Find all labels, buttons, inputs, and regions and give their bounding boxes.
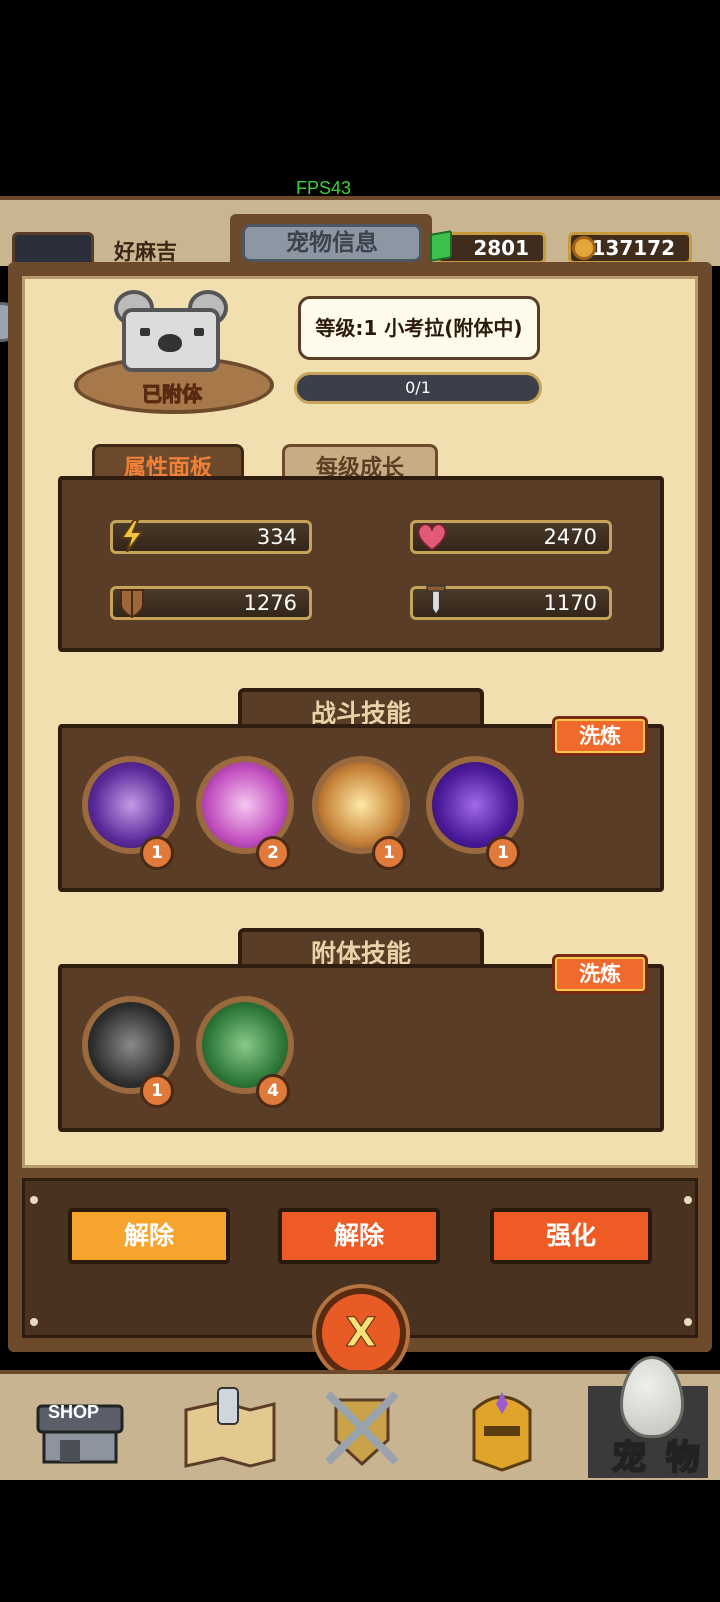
coin-icon bbox=[572, 236, 596, 260]
skill-level-badge: 1 bbox=[372, 836, 406, 870]
combat-refine-button[interactable]: 洗炼 bbox=[552, 716, 648, 756]
gem-counter: 2801 bbox=[436, 232, 546, 264]
enhance-button[interactable]: 强化 bbox=[490, 1208, 652, 1264]
possession-refine-button[interactable]: 洗炼 bbox=[552, 954, 648, 994]
release-button-primary[interactable]: 解除 bbox=[68, 1208, 230, 1264]
nav-map[interactable] bbox=[170, 1380, 290, 1476]
pet-level-name: 等级:1 小考拉(附体中) bbox=[298, 296, 540, 360]
gem-icon bbox=[430, 230, 452, 262]
golden-helmet-icon bbox=[472, 1392, 532, 1472]
nav-battle[interactable] bbox=[302, 1380, 422, 1476]
shield-icon bbox=[120, 589, 144, 618]
koala-eye bbox=[140, 328, 150, 336]
close-button[interactable]: X bbox=[316, 1288, 406, 1378]
skill-level-badge: 1 bbox=[486, 836, 520, 870]
attached-status: 已附体 bbox=[142, 382, 203, 407]
crossed-swords-icon bbox=[325, 1391, 399, 1467]
nav-pet-label[interactable]: 宠 物 bbox=[611, 1430, 704, 1479]
window-title: 宠物信息 bbox=[242, 224, 422, 262]
treasure-map-icon bbox=[184, 1387, 276, 1468]
rivet bbox=[30, 1318, 38, 1326]
shop-sign: SHOP bbox=[48, 1402, 100, 1422]
lightning-icon bbox=[120, 520, 144, 552]
nav-hero[interactable] bbox=[442, 1380, 562, 1476]
pet-xp-text: 0/1 bbox=[405, 378, 431, 397]
rivet bbox=[684, 1196, 692, 1204]
pet-egg-icon[interactable] bbox=[620, 1356, 684, 1438]
skill-level-badge: 1 bbox=[140, 836, 174, 870]
release-button[interactable]: 解除 bbox=[278, 1208, 440, 1264]
koala-nose bbox=[158, 334, 182, 352]
stats-panel bbox=[58, 476, 664, 652]
rivet bbox=[30, 1196, 38, 1204]
pet-xp-bar: 0/1 bbox=[294, 372, 542, 404]
nav-shop[interactable]: SHOP bbox=[20, 1380, 140, 1476]
heart-icon bbox=[417, 523, 447, 552]
rivet bbox=[684, 1318, 692, 1326]
shop-icon bbox=[36, 1404, 124, 1464]
game-screen: FPS43 好麻吉 宠物信息 2801 137172 已附体 等级:1 小考拉(… bbox=[0, 0, 720, 1602]
skill-level-badge: 1 bbox=[140, 1074, 174, 1108]
skill-level-badge: 2 bbox=[256, 836, 290, 870]
skill-level-badge: 4 bbox=[256, 1074, 290, 1108]
koala-eye bbox=[194, 328, 204, 336]
sword-icon bbox=[426, 585, 446, 616]
